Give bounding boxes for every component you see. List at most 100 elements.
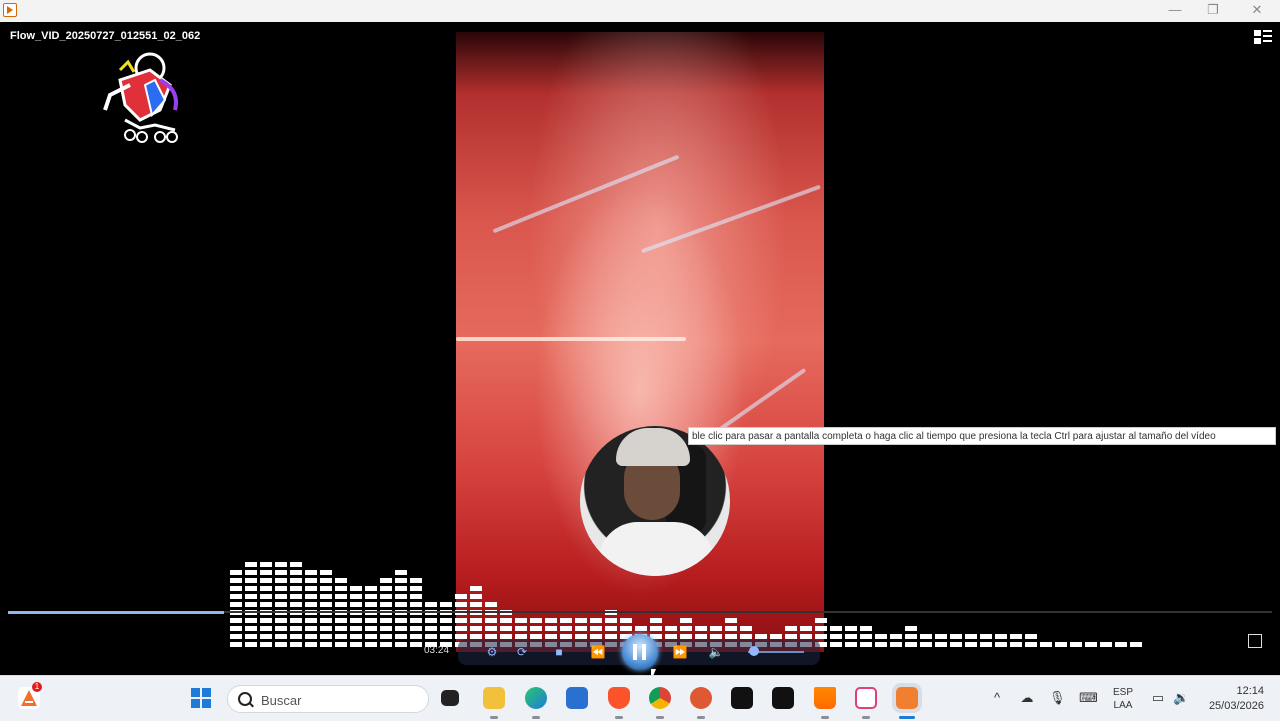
- eq-segment: [500, 626, 512, 631]
- fullscreen-icon[interactable]: [1248, 634, 1262, 648]
- capcut-icon[interactable]: [731, 687, 753, 709]
- eq-segment: [785, 626, 797, 631]
- eq-segment: [425, 634, 437, 639]
- eq-segment: [380, 594, 392, 599]
- stop-icon[interactable]: ■: [551, 644, 567, 660]
- media-player-icon[interactable]: [772, 687, 794, 709]
- eq-segment: [830, 626, 842, 631]
- task-view-icon[interactable]: [441, 690, 459, 706]
- eq-segment: [470, 594, 482, 599]
- eq-segment: [830, 634, 842, 639]
- eq-segment: [1115, 642, 1127, 647]
- cloud-off-icon[interactable]: ☁: [1019, 690, 1035, 706]
- eq-segment: [800, 626, 812, 631]
- eq-segment: [380, 602, 392, 607]
- eq-segment: [1070, 642, 1082, 647]
- restore-button[interactable]: ❐: [1190, 0, 1236, 22]
- eq-segment: [470, 586, 482, 591]
- eq-segment: [1025, 634, 1037, 639]
- eq-segment: [875, 634, 887, 639]
- eq-segment: [830, 642, 842, 647]
- rewind-icon[interactable]: ⏪: [588, 644, 608, 660]
- taskbar: 1 Buscar ^ ☁ 🎙 ⌨ ESP LAA ▭ 🔉 12:14 25/03…: [0, 675, 1280, 721]
- settings-icon[interactable]: ⚙: [484, 644, 500, 660]
- eq-segment: [395, 570, 407, 575]
- eq-segment: [815, 618, 827, 623]
- eq-segment: [395, 594, 407, 599]
- eq-segment: [290, 642, 302, 647]
- duckduckgo-icon[interactable]: [690, 687, 712, 709]
- eq-segment: [365, 602, 377, 607]
- eq-segment: [290, 562, 302, 567]
- eq-segment: [470, 626, 482, 631]
- eq-segment: [335, 594, 347, 599]
- eq-segment: [230, 594, 242, 599]
- vlc-icon[interactable]: [814, 687, 836, 709]
- brave-icon[interactable]: [608, 687, 630, 709]
- eq-segment: [605, 618, 617, 623]
- eq-segment: [290, 602, 302, 607]
- eq-segment: [530, 626, 542, 631]
- eq-segment: [335, 602, 347, 607]
- eq-segment: [260, 602, 272, 607]
- eq-segment: [350, 602, 362, 607]
- eq-segment: [815, 634, 827, 639]
- eq-segment: [290, 586, 302, 591]
- volume-icon[interactable]: 🔈: [708, 644, 724, 660]
- pause-button[interactable]: [622, 634, 658, 670]
- elapsed-time: 03:24: [424, 645, 450, 656]
- eq-segment: [470, 602, 482, 607]
- eq-segment: [1055, 642, 1067, 647]
- eq-segment: [245, 586, 257, 591]
- eq-segment: [485, 626, 497, 631]
- eq-segment: [995, 634, 1007, 639]
- eq-segment: [380, 578, 392, 583]
- chrome-icon[interactable]: [649, 687, 671, 709]
- start-icon[interactable]: [190, 687, 212, 709]
- edge-icon[interactable]: [525, 687, 547, 709]
- eq-segment: [440, 602, 452, 607]
- file-explorer-icon[interactable]: [483, 687, 505, 709]
- fast-forward-icon[interactable]: ⏩: [670, 644, 690, 660]
- player-stage[interactable]: Flow_VID_20250727_012551_02_062 ble clic…: [0, 22, 1280, 681]
- running-indicator: [615, 716, 623, 719]
- eq-segment: [890, 634, 902, 639]
- eq-segment: [935, 634, 947, 639]
- eq-segment: [395, 642, 407, 647]
- repeat-icon[interactable]: ⟳: [514, 644, 530, 660]
- close-button[interactable]: ✕: [1234, 0, 1280, 22]
- eq-segment: [905, 642, 917, 647]
- eq-segment: [305, 570, 317, 575]
- eq-segment: [665, 626, 677, 631]
- keyboard-icon[interactable]: ⌨: [1079, 690, 1098, 706]
- eq-segment: [335, 634, 347, 639]
- eq-segment: [410, 626, 422, 631]
- taskbar-search[interactable]: Buscar: [227, 685, 429, 713]
- eq-segment: [365, 634, 377, 639]
- eq-segment: [275, 642, 287, 647]
- language-indicator[interactable]: ESP LAA: [1110, 686, 1136, 712]
- pause-icon: [633, 644, 637, 660]
- speaker-icon[interactable]: 🔉: [1173, 690, 1189, 706]
- eq-segment: [980, 634, 992, 639]
- eq-segment: [245, 594, 257, 599]
- eq-segment: [245, 562, 257, 567]
- seek-progress[interactable]: [8, 611, 224, 614]
- eq-segment: [290, 578, 302, 583]
- eq-segment: [1025, 642, 1037, 647]
- active-player-icon[interactable]: [896, 687, 918, 709]
- eq-segment: [245, 578, 257, 583]
- eq-segment: [335, 626, 347, 631]
- network-icon[interactable]: ▭: [1150, 690, 1166, 706]
- eq-segment: [365, 594, 377, 599]
- eq-segment: [620, 626, 632, 631]
- chevron-up-icon[interactable]: ^: [989, 690, 1005, 706]
- snipping-tool-icon[interactable]: [855, 687, 877, 709]
- microphone-icon[interactable]: 🎙: [1049, 690, 1066, 706]
- volume-knob[interactable]: [749, 646, 759, 656]
- eq-segment: [695, 626, 707, 631]
- eq-segment: [245, 602, 257, 607]
- eq-segment: [365, 626, 377, 631]
- store-icon[interactable]: [566, 687, 588, 709]
- system-clock[interactable]: 12:14 25/03/2026: [1209, 684, 1264, 714]
